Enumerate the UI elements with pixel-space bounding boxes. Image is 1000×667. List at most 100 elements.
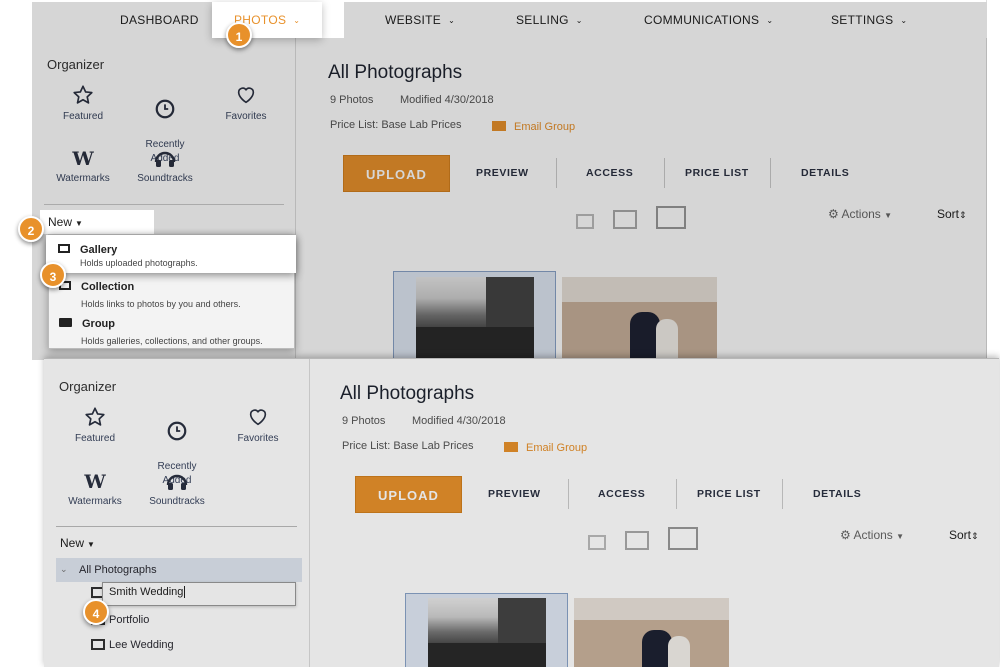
envelope-icon bbox=[492, 121, 506, 131]
photo-dress-shape bbox=[656, 319, 678, 360]
menu-item-collection-title: Collection bbox=[81, 281, 135, 293]
nav-settings[interactable]: SETTINGS ⌄ bbox=[831, 2, 907, 38]
sort-menu[interactable]: Sort⇕ bbox=[949, 528, 979, 542]
svg-text:W: W bbox=[71, 148, 94, 168]
menu-item-collection[interactable]: Collection Holds links to photos by you … bbox=[59, 277, 241, 309]
organizer-soundtracks-label: Soundtracks bbox=[149, 496, 205, 507]
nav-settings-label: SETTINGS bbox=[831, 13, 894, 27]
menu-item-gallery-desc: Holds uploaded photographs. bbox=[80, 258, 198, 268]
email-group-link[interactable]: Email Group bbox=[504, 438, 587, 456]
organizer-featured[interactable]: Featured bbox=[43, 84, 123, 124]
step-badge-1: 1 bbox=[226, 22, 252, 48]
tab-separator bbox=[676, 479, 677, 509]
tab-price-list[interactable]: PRICE LIST bbox=[685, 167, 749, 179]
upload-button[interactable]: UPLOAD bbox=[343, 155, 450, 192]
tab-access[interactable]: ACCESS bbox=[586, 167, 633, 179]
gear-icon: ⚙ bbox=[828, 207, 839, 221]
gear-icon: ⚙ bbox=[840, 528, 851, 542]
image-icon bbox=[58, 244, 70, 253]
sort-menu[interactable]: Sort⇕ bbox=[937, 207, 967, 221]
caret-down-icon: ▼ bbox=[896, 532, 905, 541]
menu-item-group[interactable]: Group Holds galleries, collections, and … bbox=[59, 314, 263, 346]
actions-menu[interactable]: ⚙ Actions ▼ bbox=[828, 207, 892, 221]
headphones-icon bbox=[166, 474, 188, 490]
organizer-soundtracks[interactable]: Soundtracks bbox=[137, 471, 217, 509]
organizer-title: Organizer bbox=[47, 57, 105, 72]
nav-dashboard[interactable]: DASHBOARD bbox=[120, 2, 199, 38]
chevron-down-icon: ⌄ bbox=[448, 16, 456, 25]
thumb-size-small-icon[interactable] bbox=[588, 535, 606, 550]
email-group-label: Email Group bbox=[526, 442, 588, 454]
tab-preview[interactable]: PREVIEW bbox=[488, 488, 541, 500]
photo-thumbnail-street[interactable] bbox=[416, 277, 534, 360]
folder-icon bbox=[59, 318, 72, 327]
thumb-size-large-icon[interactable] bbox=[668, 527, 698, 550]
new-button-label: New bbox=[48, 215, 73, 229]
tree-item-portfolio[interactable]: Portfolio bbox=[109, 614, 149, 626]
organizer-title: Organizer bbox=[59, 379, 117, 394]
organizer-featured-label: Featured bbox=[74, 433, 116, 444]
organizer-favorites-label: Favorites bbox=[237, 433, 279, 444]
thumb-size-medium-icon[interactable] bbox=[613, 210, 637, 229]
tab-price-list[interactable]: PRICE LIST bbox=[697, 488, 761, 500]
tab-preview[interactable]: PREVIEW bbox=[476, 167, 529, 179]
menu-item-gallery[interactable]: Gallery Holds uploaded photographs. bbox=[46, 235, 296, 273]
price-list-info: Price List: Base Lab Prices bbox=[342, 440, 474, 452]
photo-thumbnail-couple[interactable] bbox=[562, 277, 717, 360]
organizer-watermarks[interactable]: W Watermarks bbox=[55, 471, 135, 509]
tree-item-all-photographs[interactable]: All Photographs bbox=[79, 564, 157, 576]
photo-dress-shape bbox=[668, 636, 690, 667]
svg-text:W: W bbox=[83, 471, 106, 491]
nav-selling[interactable]: SELLING ⌄ bbox=[516, 2, 583, 38]
menu-item-gallery-title: Gallery bbox=[80, 244, 118, 256]
thumb-size-medium-icon[interactable] bbox=[625, 531, 649, 550]
tree-item-lee-wedding[interactable]: Lee Wedding bbox=[109, 639, 174, 651]
page-title: All Photographs bbox=[328, 62, 463, 83]
photo-thumbnail-street[interactable] bbox=[428, 598, 546, 667]
menu-item-group-title: Group bbox=[82, 318, 115, 330]
photo-count: 9 Photos bbox=[342, 415, 386, 427]
new-button-highlight[interactable]: New ▼ bbox=[40, 210, 154, 234]
organizer-watermarks-label: Watermarks bbox=[56, 173, 110, 184]
heart-icon bbox=[249, 409, 267, 426]
actions-menu[interactable]: ⚙ Actions ▼ bbox=[840, 528, 904, 542]
organizer-favorites[interactable]: Favorites bbox=[206, 84, 286, 124]
nav-communications[interactable]: COMMUNICATIONS ⌄ bbox=[644, 2, 773, 38]
tab-separator bbox=[556, 158, 557, 188]
thumb-size-large-icon[interactable] bbox=[656, 206, 686, 229]
email-group-link[interactable]: Email Group bbox=[492, 117, 575, 135]
step-badge-3: 3 bbox=[40, 262, 66, 288]
organizer-favorites[interactable]: Favorites bbox=[218, 406, 298, 446]
caret-down-icon: ▼ bbox=[75, 219, 83, 228]
organizer-watermarks[interactable]: W Watermarks bbox=[43, 148, 123, 186]
tab-details[interactable]: DETAILS bbox=[813, 488, 861, 500]
nav-selling-label: SELLING bbox=[516, 13, 569, 27]
organizer-watermarks-label: Watermarks bbox=[68, 496, 122, 507]
new-button-label: New bbox=[60, 536, 85, 550]
nav-website-label: WEBSITE bbox=[385, 13, 442, 27]
organizer-featured[interactable]: Featured bbox=[55, 406, 135, 446]
chevron-down-icon: ⌄ bbox=[575, 16, 583, 25]
upload-button[interactable]: UPLOAD bbox=[355, 476, 462, 513]
tab-separator bbox=[770, 158, 771, 188]
organizer-soundtracks-label: Soundtracks bbox=[137, 173, 193, 184]
nav-website[interactable]: WEBSITE ⌄ bbox=[385, 2, 455, 38]
chevron-down-icon: ⌄ bbox=[766, 16, 774, 25]
caret-down-icon: ▼ bbox=[884, 211, 893, 220]
star-icon bbox=[73, 85, 93, 104]
organizer-soundtracks[interactable]: Soundtracks bbox=[125, 148, 205, 186]
photo-crowd-shape bbox=[416, 327, 534, 360]
new-button[interactable]: New▼ bbox=[60, 536, 95, 550]
gallery-name-input[interactable]: Smith Wedding bbox=[102, 582, 296, 606]
tree-collapse-chevron-icon[interactable]: ⌄ bbox=[60, 564, 68, 575]
watermark-w-icon: W bbox=[83, 471, 106, 491]
tab-separator bbox=[568, 479, 569, 509]
sidebar-divider bbox=[56, 526, 297, 527]
menu-item-gallery-row: Gallery bbox=[58, 240, 117, 258]
photo-thumbnail-couple[interactable] bbox=[574, 598, 729, 667]
price-list-info: Price List: Base Lab Prices bbox=[330, 119, 462, 131]
thumb-size-small-icon[interactable] bbox=[576, 214, 594, 229]
tab-details[interactable]: DETAILS bbox=[801, 167, 849, 179]
clock-icon bbox=[155, 99, 175, 119]
tab-access[interactable]: ACCESS bbox=[598, 488, 645, 500]
